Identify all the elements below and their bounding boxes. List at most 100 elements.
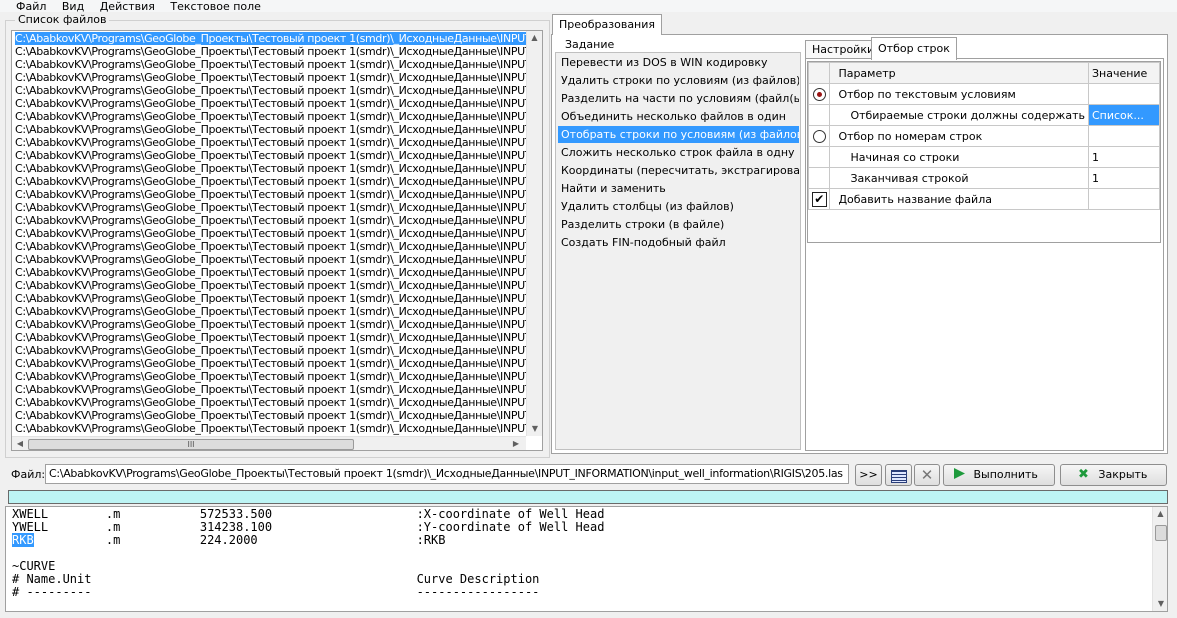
grid-row[interactable]: Отбор по номерам строк <box>808 125 1160 147</box>
scroll-right-arrow-icon[interactable]: ▶ <box>510 437 522 450</box>
file-list-item[interactable]: C:\AbabkovKV\Programs\GeoGlobe_Проекты\Т… <box>15 266 529 279</box>
file-list-item[interactable]: C:\AbabkovKV\Programs\GeoGlobe_Проекты\Т… <box>15 357 529 370</box>
grid-value-cell[interactable] <box>1087 83 1160 105</box>
text-vscrollbar[interactable]: ▲ ▼ <box>1152 507 1167 611</box>
file-list-item[interactable]: C:\AbabkovKV\Programs\GeoGlobe_Проекты\Т… <box>15 123 529 136</box>
task-item[interactable]: Найти и заменить <box>558 180 799 197</box>
close-button[interactable]: ✖ Закрыть <box>1060 464 1167 486</box>
text-scroll-thumb[interactable] <box>1155 525 1167 541</box>
file-list-item[interactable]: C:\AbabkovKV\Programs\GeoGlobe_Проекты\Т… <box>15 383 529 396</box>
execute-button[interactable]: Выполнить >> <box>943 464 1055 501</box>
task-item[interactable]: Сложить несколько строк файла в одну <box>558 144 799 161</box>
subtab-row-selection[interactable]: Отбор строк <box>871 37 957 60</box>
property-grid-table: Параметр Значение Отбор по текстовым усл… <box>808 62 1160 210</box>
file-list-item[interactable]: C:\AbabkovKV\Programs\GeoGlobe_Проекты\Т… <box>15 175 529 188</box>
clear-button[interactable]: ✕ <box>914 464 940 486</box>
subtab-settings[interactable]: Настройки <box>805 40 882 59</box>
file-list-item[interactable]: C:\AbabkovKV\Programs\GeoGlobe_Проекты\Т… <box>15 370 529 383</box>
file-list-item[interactable]: C:\AbabkovKV\Programs\GeoGlobe_Проекты\Т… <box>15 71 529 84</box>
task-item[interactable]: Перевести из DOS в WIN кодировку <box>558 54 799 71</box>
task-item[interactable]: Разделить на части по условиям (файл(ы)) <box>558 90 799 107</box>
file-list-item[interactable]: C:\AbabkovKV\Programs\GeoGlobe_Проекты\Т… <box>15 409 529 422</box>
hscroll-thumb[interactable]: III <box>28 439 354 450</box>
text-scroll-down-icon[interactable]: ▼ <box>1153 597 1167 611</box>
file-list-item[interactable]: C:\AbabkovKV\Programs\GeoGlobe_Проекты\Т… <box>15 45 529 58</box>
grid-value-cell[interactable]: 1 <box>1087 146 1160 168</box>
file-list-item[interactable]: C:\AbabkovKV\Programs\GeoGlobe_Проекты\Т… <box>15 344 529 357</box>
grid-row-marker[interactable] <box>808 83 831 105</box>
las-text-view[interactable]: XWELL .m 572533.500 :X-coordinate of Wel… <box>5 506 1168 612</box>
file-list-item[interactable]: C:\AbabkovKV\Programs\GeoGlobe_Проекты\Т… <box>15 110 529 123</box>
scroll-down-arrow-icon[interactable]: ▼ <box>527 422 542 436</box>
property-grid: Параметр Значение Отбор по текстовым усл… <box>807 61 1161 243</box>
grid-row[interactable]: Заканчивая строкой 1 <box>808 167 1160 189</box>
task-item[interactable]: Удалить строки по условиям (из файлов) <box>558 72 799 89</box>
file-list-vscrollbar[interactable]: ▲ ▼ <box>526 31 542 436</box>
file-list-hscrollbar[interactable]: ◀ III ▶ <box>12 436 526 450</box>
table-view-button[interactable] <box>885 464 912 486</box>
menu-text-field[interactable]: Текстовое поле <box>164 1 267 12</box>
tab-transform[interactable]: Преобразования <box>552 14 663 35</box>
grid-row-marker[interactable] <box>808 125 831 147</box>
task-item[interactable]: Разделить строки (в файле) <box>558 216 799 233</box>
grid-value-cell[interactable]: Список... <box>1087 104 1160 126</box>
file-list-item[interactable]: C:\AbabkovKV\Programs\GeoGlobe_Проекты\Т… <box>15 292 529 305</box>
close-cross-icon: ✖ <box>1078 467 1089 482</box>
menu-actions[interactable]: Действия <box>94 1 161 12</box>
file-path-input[interactable]: C:\AbabkovKV\Programs\GeoGlobe_Проекты\Т… <box>45 464 849 484</box>
file-list-item[interactable]: C:\AbabkovKV\Programs\GeoGlobe_Проекты\Т… <box>15 331 529 344</box>
file-list-item[interactable]: C:\AbabkovKV\Programs\GeoGlobe_Проекты\Т… <box>15 214 529 227</box>
file-list-item[interactable]: C:\AbabkovKV\Programs\GeoGlobe_Проекты\Т… <box>15 84 529 97</box>
file-list-item[interactable]: C:\AbabkovKV\Programs\GeoGlobe_Проекты\Т… <box>15 422 529 435</box>
file-list-item[interactable]: C:\AbabkovKV\Programs\GeoGlobe_Проекты\Т… <box>15 97 529 110</box>
task-item[interactable]: Создать FIN-подобный файл <box>558 234 799 251</box>
table-icon <box>890 470 907 483</box>
radio-unchecked-icon[interactable] <box>812 129 826 143</box>
grid-param-cell: Добавить название файла <box>829 188 1089 210</box>
file-list-item[interactable]: C:\AbabkovKV\Programs\GeoGlobe_Проекты\Т… <box>15 318 529 331</box>
file-list-item[interactable]: C:\AbabkovKV\Programs\GeoGlobe_Проекты\Т… <box>15 162 529 175</box>
scroll-up-arrow-icon[interactable]: ▲ <box>527 31 542 45</box>
grid-row[interactable]: Отбор по текстовым условиям <box>808 83 1160 105</box>
grid-row-marker <box>808 104 831 126</box>
file-list-item[interactable]: C:\AbabkovKV\Programs\GeoGlobe_Проекты\Т… <box>15 396 529 409</box>
task-item[interactable]: Координаты (пересчитать, экстрагировать) <box>558 162 799 179</box>
file-list-item[interactable]: C:\AbabkovKV\Programs\GeoGlobe_Проекты\Т… <box>15 32 529 45</box>
text-scroll-up-icon[interactable]: ▲ <box>1153 507 1167 521</box>
file-list-item[interactable]: C:\AbabkovKV\Programs\GeoGlobe_Проекты\Т… <box>15 279 529 292</box>
file-list-item[interactable]: C:\AbabkovKV\Programs\GeoGlobe_Проекты\Т… <box>15 201 529 214</box>
grid-param-cell: Отбор по номерам строк <box>829 125 1089 147</box>
browse-button[interactable]: >> <box>855 464 882 486</box>
grid-param-cell: Начиная со строки <box>829 146 1089 168</box>
grid-value-cell[interactable] <box>1087 188 1160 210</box>
grid-row[interactable]: Начиная со строки 1 <box>808 146 1160 168</box>
close-x-icon: ✕ <box>920 466 934 484</box>
file-list-item[interactable]: C:\AbabkovKV\Programs\GeoGlobe_Проекты\Т… <box>15 240 529 253</box>
grid-row-marker[interactable]: ✔ <box>808 188 831 210</box>
radio-checked-icon[interactable] <box>812 87 826 101</box>
text-line <box>12 547 604 560</box>
grid-header-param: Параметр <box>829 62 1089 84</box>
file-list-item[interactable]: C:\AbabkovKV\Programs\GeoGlobe_Проекты\Т… <box>15 188 529 201</box>
grid-value-cell[interactable]: 1 <box>1087 167 1160 189</box>
task-list[interactable]: Перевести из DOS в WIN кодировку Удалить … <box>555 52 801 450</box>
checkbox-checked-icon[interactable]: ✔ <box>811 191 827 207</box>
file-list[interactable]: C:\AbabkovKV\Programs\GeoGlobe_Проекты\Т… <box>11 30 543 451</box>
grid-value-cell[interactable] <box>1087 125 1160 147</box>
grid-row[interactable]: Отбираемые строки должны содержать Список… <box>808 104 1160 126</box>
menu-file[interactable]: Файл <box>10 1 52 12</box>
task-item[interactable]: Объединить несколько файлов в один <box>558 108 799 125</box>
file-list-item[interactable]: C:\AbabkovKV\Programs\GeoGlobe_Проекты\Т… <box>15 305 529 318</box>
menu-view[interactable]: Вид <box>56 1 90 12</box>
scroll-left-arrow-icon[interactable]: ◀ <box>14 437 26 450</box>
file-list-item[interactable]: C:\AbabkovKV\Programs\GeoGlobe_Проекты\Т… <box>15 58 529 71</box>
file-list-item[interactable]: C:\AbabkovKV\Programs\GeoGlobe_Проекты\Т… <box>15 227 529 240</box>
file-list-item[interactable]: C:\AbabkovKV\Programs\GeoGlobe_Проекты\Т… <box>15 253 529 266</box>
file-list-item[interactable]: C:\AbabkovKV\Programs\GeoGlobe_Проекты\Т… <box>15 149 529 162</box>
grid-row[interactable]: ✔ Добавить название файла <box>808 188 1160 210</box>
task-item[interactable]: Отобрать строки по условиям (из файлов) <box>558 126 799 143</box>
grid-row-marker <box>808 167 831 189</box>
task-item[interactable]: Удалить столбцы (из файлов) <box>558 198 799 215</box>
file-list-item[interactable]: C:\AbabkovKV\Programs\GeoGlobe_Проекты\Т… <box>15 136 529 149</box>
grid-header-row: Параметр Значение <box>808 62 1160 84</box>
